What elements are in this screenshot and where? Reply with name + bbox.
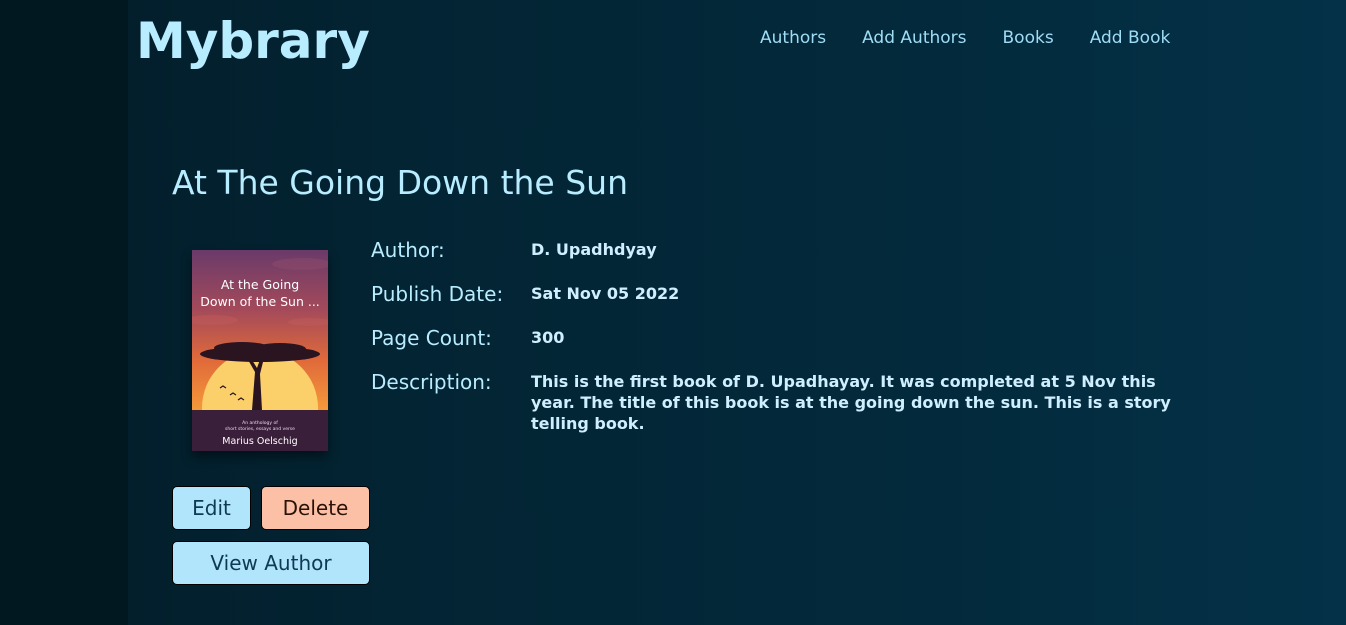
page-left-strip (0, 0, 128, 625)
detail-row-author: Author: D. Upadhdyay (371, 236, 1171, 280)
detail-row-description: Description: This is the first book of D… (371, 368, 1171, 434)
page-count-label: Page Count: (371, 326, 492, 350)
description-value: This is the first book of D. Upadhayay. … (531, 372, 1171, 433)
nav-link-authors[interactable]: Authors (760, 26, 826, 50)
page-count-value: 300 (531, 328, 565, 347)
detail-row-page-count: Page Count: 300 (371, 324, 1171, 368)
edit-button[interactable]: Edit (172, 486, 251, 530)
book-title: At The Going Down the Sun (172, 163, 628, 202)
delete-button[interactable]: Delete (261, 486, 370, 530)
detail-row-publish-date: Publish Date: Sat Nov 05 2022 (371, 280, 1171, 324)
publish-date-value: Sat Nov 05 2022 (531, 284, 680, 303)
cover-subtitle-line-1: An anthology of (242, 420, 278, 426)
author-value: D. Upadhdyay (531, 240, 657, 259)
book-details: Author: D. Upadhdyay Publish Date: Sat N… (371, 236, 1171, 434)
nav-link-books[interactable]: Books (1003, 26, 1054, 50)
cover-author: Marius Oelschig (222, 436, 297, 447)
nav-link-add-authors[interactable]: Add Authors (862, 26, 966, 50)
book-cover-image: At the Going Down of the Sun ... An anth… (192, 250, 328, 451)
view-author-button[interactable]: View Author (172, 541, 370, 585)
nav-link-add-book[interactable]: Add Book (1090, 26, 1171, 50)
main-nav: Authors Add Authors Books Add Book (760, 26, 1170, 50)
cover-subtitle-line-2: short stories, essays and verse (225, 426, 295, 432)
cover-title-line-1: At the Going (221, 277, 299, 292)
author-label: Author: (371, 238, 445, 262)
site-logo[interactable]: Mybrary (136, 8, 370, 74)
publish-date-label: Publish Date: (371, 282, 504, 306)
cover-title-line-2: Down of the Sun ... (200, 294, 320, 309)
description-label: Description: (371, 370, 492, 394)
